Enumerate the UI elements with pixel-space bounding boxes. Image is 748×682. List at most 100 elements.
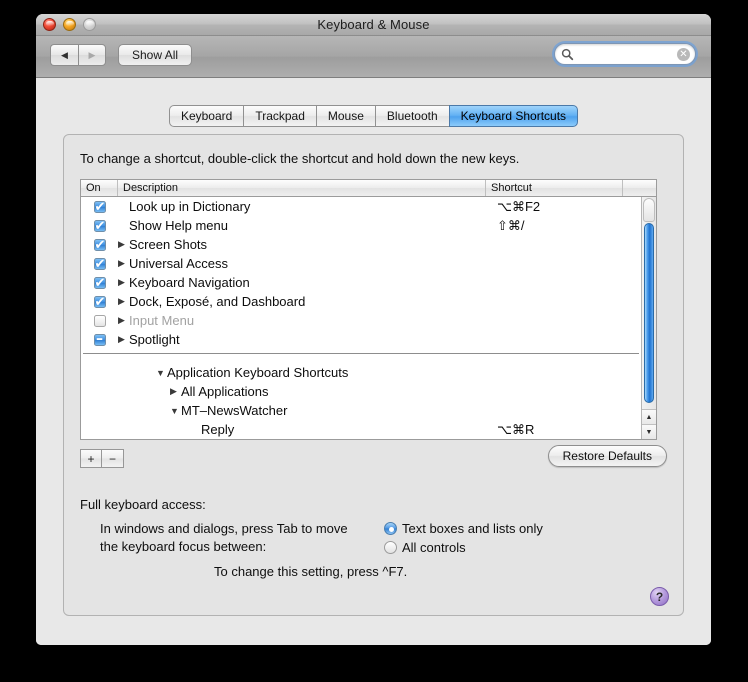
table-row[interactable]: ✔ ▶Keyboard Navigation <box>81 273 641 292</box>
disclosure-triangle-closed-icon[interactable]: ▶ <box>118 277 129 288</box>
scrollbar-track[interactable] <box>642 197 656 409</box>
help-button[interactable]: ? <box>650 587 669 606</box>
row-checkbox-cell: ✔ <box>81 277 118 289</box>
radio-label-text-boxes: Text boxes and lists only <box>402 521 543 536</box>
table-row[interactable]: ✔ ▶Show Help menu⇧⌘/ <box>81 216 641 235</box>
disclosure-triangle-closed-icon[interactable]: ▶ <box>118 315 129 326</box>
checkbox-mark-icon: – <box>95 331 105 348</box>
row-description-label: Reply <box>201 422 234 437</box>
row-checkbox-cell: ✔ <box>81 239 118 251</box>
restore-defaults-button[interactable]: Restore Defaults <box>548 445 667 467</box>
table-row[interactable]: ✔ ▶Universal Access <box>81 254 641 273</box>
checkbox-mark-icon: ✔ <box>95 199 105 216</box>
column-header-description[interactable]: Description <box>118 180 486 196</box>
row-description-label: MT–NewsWatcher <box>181 403 287 418</box>
row-description-label: Look up in Dictionary <box>129 199 250 214</box>
fka-description-line-2: the keyboard focus between: <box>100 538 348 556</box>
search-input[interactable]: ✕ <box>554 43 696 65</box>
column-header-shortcut[interactable]: Shortcut <box>486 180 623 196</box>
row-description-cell: ▼Application Keyboard Shortcuts <box>118 365 491 380</box>
fka-description-line-1: In windows and dialogs, press Tab to mov… <box>100 520 348 538</box>
preferences-window: Keyboard & Mouse ◀ ▶ Show All ✕ Key <box>36 14 711 645</box>
row-checkbox-icon[interactable]: ✔ <box>94 277 106 289</box>
search-container: ✕ <box>554 43 696 65</box>
row-description-cell: ▶Reply <box>118 422 491 437</box>
row-checkbox-icon[interactable]: ✔ <box>94 296 106 308</box>
table-row[interactable]: ✔ ▶Look up in Dictionary ⌥⌘F2 <box>81 197 641 216</box>
table-row[interactable]: ✔ ▶Screen Shots <box>81 235 641 254</box>
table-rows: ✔▶Look up in Dictionary⌥⌘F2✔▶Show Help m… <box>81 197 641 439</box>
remove-shortcut-button[interactable]: − <box>102 449 124 468</box>
checkbox-mark-icon: ✔ <box>95 256 105 273</box>
row-shortcut-cell[interactable]: ⇧⌘/ <box>491 218 641 234</box>
tab-content-panel: To change a shortcut, double-click the s… <box>63 134 684 616</box>
row-description-label: Keyboard Navigation <box>129 275 250 290</box>
checkbox-mark-icon: ✔ <box>95 237 105 254</box>
row-checkbox-icon[interactable]: – <box>94 334 106 346</box>
table-row[interactable]: – ▶Spotlight <box>81 330 641 349</box>
vertical-scrollbar[interactable]: ▲ ▼ <box>641 197 656 439</box>
column-header-on[interactable]: On <box>81 180 118 196</box>
scroll-down-arrow-icon[interactable]: ▼ <box>642 424 656 439</box>
show-all-button[interactable]: Show All <box>118 44 192 66</box>
tab-trackpad[interactable]: Trackpad <box>243 105 316 127</box>
row-checkbox-icon[interactable]: ✔ <box>94 220 106 232</box>
row-description-cell: ▼MT–NewsWatcher <box>118 403 491 418</box>
checkbox-mark-icon: ✔ <box>95 275 105 292</box>
row-description-label: All Applications <box>181 384 268 399</box>
radio-button-text-boxes-icon[interactable] <box>384 522 397 535</box>
scroll-up-arrow-icon[interactable]: ▲ <box>642 409 656 424</box>
shortcuts-table: On Description Shortcut ✔▶Look up in Dic… <box>80 179 657 440</box>
disclosure-triangle-closed-icon: ▶ <box>118 220 129 231</box>
tab-keyboard[interactable]: Keyboard <box>169 105 243 127</box>
forward-button: ▶ <box>78 44 106 66</box>
tab-keyboard-shortcuts[interactable]: Keyboard Shortcuts <box>449 105 578 127</box>
tab-mouse[interactable]: Mouse <box>316 105 375 127</box>
row-description-cell: ▶Universal Access <box>118 256 491 271</box>
add-shortcut-button[interactable]: + <box>80 449 102 468</box>
row-description-cell: ▶Input Menu <box>118 313 491 328</box>
add-remove-buttons: + − <box>80 449 124 468</box>
disclosure-triangle-closed-icon[interactable]: ▶ <box>118 239 129 250</box>
table-row[interactable]: ▶Input Menu <box>81 311 641 330</box>
disclosure-triangle-closed-icon[interactable]: ▶ <box>170 386 181 397</box>
scrollbar-thumb[interactable] <box>644 223 654 403</box>
row-description-cell: ▶Dock, Exposé, and Dashboard <box>118 294 491 309</box>
checkbox-mark-icon: ✔ <box>95 294 105 311</box>
row-checkbox-cell: ✔ <box>81 220 118 232</box>
table-row[interactable]: ▶Reply⌥⌘R <box>81 420 641 439</box>
row-description-label: Screen Shots <box>129 237 207 252</box>
radio-option-all-controls[interactable]: All controls <box>384 538 543 557</box>
disclosure-triangle-closed-icon[interactable]: ▶ <box>118 334 129 345</box>
disclosure-triangle-open-icon[interactable]: ▼ <box>170 406 181 416</box>
radio-button-all-controls-icon[interactable] <box>384 541 397 554</box>
row-checkbox-cell <box>81 315 118 327</box>
table-row[interactable]: ▼Application Keyboard Shortcuts <box>81 363 641 382</box>
row-checkbox-icon[interactable]: ✔ <box>94 201 106 213</box>
checkbox-mark-icon: ✔ <box>95 218 105 235</box>
search-icon <box>561 48 574 61</box>
radio-option-text-boxes[interactable]: Text boxes and lists only <box>384 519 543 538</box>
disclosure-triangle-closed-icon[interactable]: ▶ <box>118 258 129 269</box>
row-shortcut-cell[interactable]: ⌥⌘R <box>491 422 641 438</box>
window-body: Keyboard Trackpad Mouse Bluetooth Keyboa… <box>36 79 711 645</box>
table-row[interactable]: ▶All Applications <box>81 382 641 401</box>
back-button[interactable]: ◀ <box>50 44 78 66</box>
disclosure-triangle-open-icon[interactable]: ▼ <box>156 368 167 378</box>
row-description-cell: ▶Show Help menu <box>118 218 491 233</box>
disclosure-triangle-closed-icon: ▶ <box>118 201 129 212</box>
full-keyboard-access-title: Full keyboard access: <box>80 497 206 512</box>
table-row[interactable]: ▼MT–NewsWatcher <box>81 401 641 420</box>
table-row[interactable]: ✔ ▶Dock, Exposé, and Dashboard <box>81 292 641 311</box>
clear-search-icon[interactable]: ✕ <box>677 48 690 61</box>
toolbar: ◀ ▶ Show All ✕ <box>36 36 711 78</box>
disclosure-triangle-closed-icon[interactable]: ▶ <box>118 296 129 307</box>
tab-bluetooth[interactable]: Bluetooth <box>375 105 449 127</box>
row-checkbox-icon[interactable] <box>94 315 106 327</box>
row-checkbox-icon[interactable]: ✔ <box>94 239 106 251</box>
row-description-label: Spotlight <box>129 332 180 347</box>
row-checkbox-icon[interactable]: ✔ <box>94 258 106 270</box>
title-bar: Keyboard & Mouse <box>36 14 711 36</box>
table-section-separator <box>83 353 639 354</box>
row-shortcut-cell[interactable]: ⌥⌘F2 <box>491 199 641 215</box>
